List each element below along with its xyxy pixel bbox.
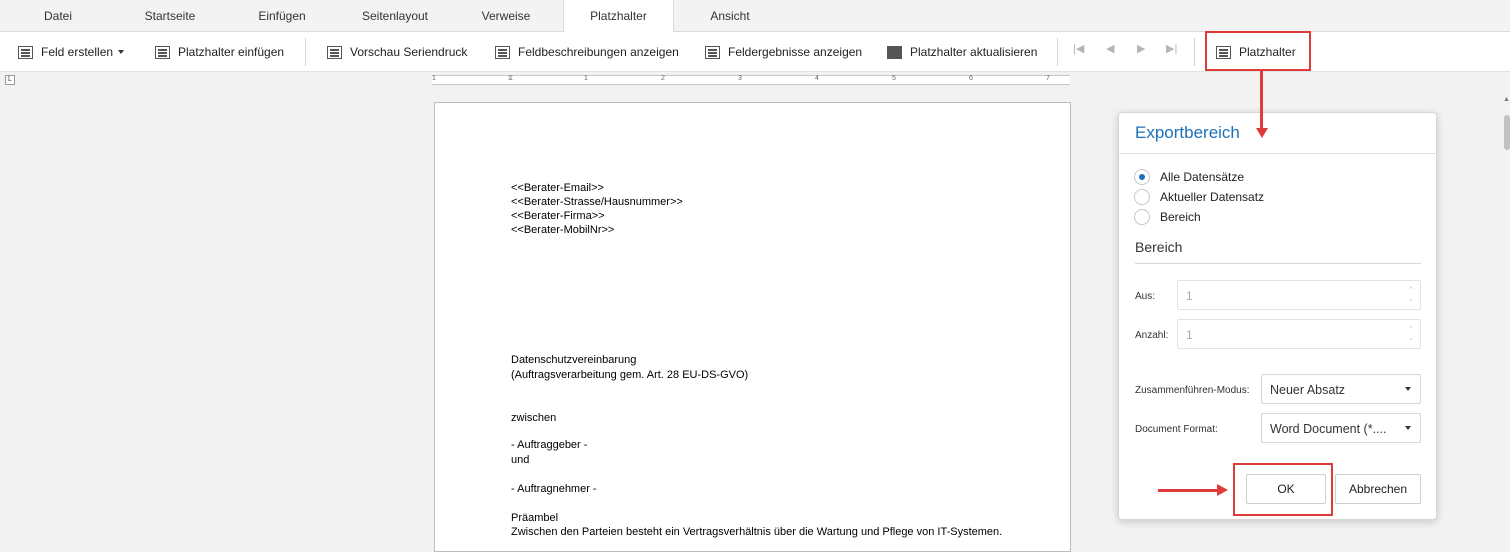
doc-line: Präambel [511, 512, 559, 524]
platzhalter-aktualisieren-label: Platzhalter aktualisieren [910, 45, 1038, 59]
tab-verweise[interactable]: Verweise [470, 0, 542, 32]
annotation-arrow-down [1260, 71, 1263, 129]
radio-alle-datensaetze[interactable]: Alle Datensätze [1134, 169, 1244, 185]
ribbon-tabs: Datei Startseite Einfügen Seitenlayout V… [0, 0, 1510, 33]
first-record-icon[interactable]: |◀ [1073, 42, 1084, 55]
export-dialog: Exportbereich Alle Datensätze Aktueller … [1118, 112, 1437, 520]
feld-erstellen-button[interactable]: Feld erstellen [18, 40, 125, 64]
vorschau-seriendruck-button[interactable]: Vorschau Seriendruck [327, 40, 467, 64]
scroll-up-icon[interactable]: ▲ [1503, 96, 1510, 103]
ruler-mark: 7 [1046, 75, 1050, 82]
radio-label: Alle Datensätze [1160, 170, 1245, 184]
document-page[interactable]: <<Berater-Email>> <<Berater-Strasse/Haus… [434, 102, 1071, 552]
vorschau-seriendruck-label: Vorschau Seriendruck [350, 45, 468, 59]
arrow-head-right-icon [1217, 484, 1228, 496]
ruler-mark: 3 [738, 75, 742, 82]
feldergebnisse-label: Feldergebnisse anzeigen [728, 45, 863, 59]
spinner-icon[interactable]: ⌃ ⌄ [1408, 325, 1414, 343]
field-codes-icon [495, 45, 510, 59]
section-divider [1135, 263, 1421, 264]
tab-ansicht[interactable]: Ansicht [700, 0, 760, 32]
chevron-down-icon [1405, 426, 1411, 430]
radio-label: Aktueller Datensatz [1160, 190, 1265, 204]
merge-mode-select[interactable]: Neuer Absatz [1261, 374, 1421, 404]
tab-platzhalter[interactable]: Platzhalter [563, 0, 674, 33]
platzhalter-einfuegen-label: Platzhalter einfügen [178, 45, 285, 59]
tab-seitenlayout[interactable]: Seitenlayout [352, 0, 438, 32]
radio-empty-icon [1134, 189, 1150, 205]
cancel-button[interactable]: Abbrechen [1335, 474, 1421, 504]
tab-stop-selector[interactable]: L [5, 75, 15, 85]
merge-mode-label: Zusammenführen-Modus: [1135, 385, 1250, 396]
chevron-down-icon [1405, 387, 1411, 391]
anzahl-label: Anzahl: [1135, 330, 1169, 341]
preview-icon [327, 45, 342, 59]
bereich-section-title: Bereich [1135, 239, 1183, 255]
last-record-icon[interactable]: ▶| [1166, 42, 1177, 55]
next-record-icon[interactable]: ▶ [1137, 42, 1145, 55]
radio-label: Bereich [1160, 210, 1201, 224]
feldergebnisse-button[interactable]: Feldergebnisse anzeigen [705, 40, 862, 64]
ruler-mark: 1 [584, 75, 588, 82]
document-format-label: Document Format: [1135, 424, 1218, 435]
doc-line: - Auftraggeber - [511, 439, 588, 451]
tab-startseite[interactable]: Startseite [130, 0, 210, 32]
insert-placeholder-icon [155, 45, 170, 59]
dropdown-caret-icon [118, 50, 125, 54]
doc-line: <<Berater-Email>> [511, 182, 604, 194]
radio-selected-icon [1134, 169, 1150, 185]
radio-empty-icon [1134, 209, 1150, 225]
doc-line: <<Berater-MobilNr>> [511, 224, 615, 236]
merge-mode-value: Neuer Absatz [1270, 383, 1346, 397]
ruler-mark: 2 [661, 75, 665, 82]
arrow-head-down-icon [1256, 128, 1268, 138]
doc-line: zwischen [511, 412, 557, 424]
document-format-value: Word Document (*.... [1270, 422, 1387, 436]
doc-line: <<Berater-Firma>> [511, 210, 605, 222]
toolbar-divider [1057, 38, 1058, 66]
tab-einfuegen[interactable]: Einfügen [244, 0, 320, 32]
ruler-mark: 4 [815, 75, 819, 82]
field-results-icon [705, 45, 720, 59]
doc-line: Datenschutzvereinbarung [511, 354, 637, 366]
dialog-title: Exportbereich [1135, 123, 1240, 142]
annotation-arrow-right [1158, 489, 1218, 492]
platzhalter-aktualisieren-button[interactable]: Platzhalter aktualisieren [887, 40, 1037, 64]
vertical-scrollbar[interactable] [1500, 95, 1510, 536]
aus-number-input[interactable]: 1 ⌃ ⌄ [1177, 280, 1421, 310]
spinner-icon[interactable]: ⌃ ⌄ [1408, 286, 1414, 304]
ruler-mark: 1 [432, 75, 436, 82]
tab-datei[interactable]: Datei [28, 0, 88, 32]
previous-record-icon[interactable]: ◀ [1106, 42, 1114, 55]
aus-label: Aus: [1135, 291, 1156, 302]
ruler-indent-marker[interactable]: ⧖ [508, 75, 513, 83]
doc-line: und [511, 454, 530, 466]
horizontal-ruler[interactable]: 1 ⧖ 1 2 3 4 5 6 7 [432, 75, 1070, 85]
feld-erstellen-label: Feld erstellen [41, 45, 114, 59]
toolbar-divider [1194, 38, 1195, 66]
anzahl-number-input[interactable]: 1 ⌃ ⌄ [1177, 319, 1421, 349]
doc-line: <<Berater-Strasse/Hausnummer>> [511, 196, 683, 208]
anzahl-value: 1 [1186, 328, 1193, 342]
radio-aktueller-datensatz[interactable]: Aktueller Datensatz [1134, 189, 1264, 205]
field-icon [18, 45, 33, 59]
doc-line: Zwischen den Parteien besteht ein Vertra… [511, 526, 1003, 538]
dialog-divider [1119, 153, 1436, 154]
ruler-mark: 5 [892, 75, 896, 82]
feldbeschreibungen-button[interactable]: Feldbeschreibungen anzeigen [495, 40, 679, 64]
radio-bereich[interactable]: Bereich [1134, 209, 1201, 225]
feldbeschreibungen-label: Feldbeschreibungen anzeigen [518, 45, 679, 59]
doc-line: - Auftragnehmer - [511, 483, 597, 495]
ruler-mark: 6 [969, 75, 973, 82]
aus-value: 1 [1186, 289, 1193, 303]
document-format-select[interactable]: Word Document (*.... [1261, 413, 1421, 443]
refresh-placeholder-icon [887, 45, 902, 59]
annotation-highlight-platzhalter [1205, 31, 1311, 71]
annotation-highlight-ok [1233, 463, 1333, 516]
platzhalter-einfuegen-button[interactable]: Platzhalter einfügen [155, 40, 284, 64]
toolbar-divider [305, 38, 306, 66]
doc-line: (Auftragsverarbeitung gem. Art. 28 EU-DS… [511, 369, 749, 381]
scrollbar-thumb[interactable] [1504, 115, 1510, 150]
